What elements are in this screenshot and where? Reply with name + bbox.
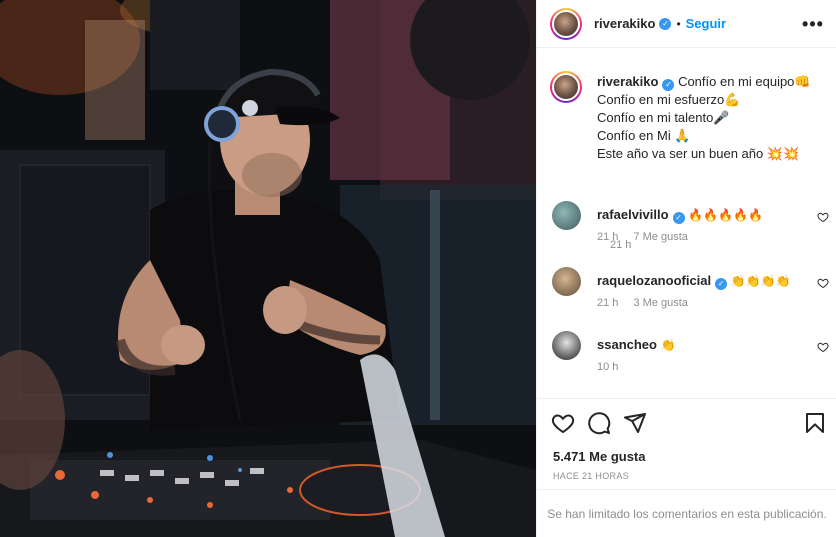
commenter-username[interactable]: rafaelvivillo bbox=[597, 207, 669, 222]
commenter-avatar[interactable] bbox=[552, 267, 581, 296]
author-info: riverakiko ✓ • Seguir bbox=[594, 16, 726, 31]
bookmark-icon[interactable] bbox=[803, 411, 827, 435]
author-avatar[interactable] bbox=[550, 7, 582, 40]
post-header: riverakiko ✓ • Seguir ••• bbox=[537, 0, 836, 48]
comment-body: rafaelvivillo ✓ 🔥🔥🔥🔥🔥 bbox=[597, 207, 812, 224]
post-timestamp: HACE 21 HORAS bbox=[553, 471, 629, 481]
verified-badge-icon: ✓ bbox=[715, 278, 728, 290]
dj-photo-illustration bbox=[0, 0, 536, 537]
commenter-username[interactable]: raquelozanooficial bbox=[597, 273, 711, 288]
verified-badge-icon: ✓ bbox=[672, 212, 685, 224]
commenter-avatar[interactable] bbox=[552, 331, 581, 360]
comment-likes[interactable]: 3 Me gusta bbox=[633, 297, 687, 309]
comment-time: 21 h bbox=[597, 297, 619, 309]
comment-likes[interactable]: 7 Me gusta bbox=[633, 231, 687, 243]
comment-body: ssancheo 👏 bbox=[597, 337, 812, 352]
comment-like-heart-icon[interactable] bbox=[817, 211, 829, 223]
comment-meta: 10 h bbox=[597, 361, 630, 373]
post-photo[interactable] bbox=[0, 0, 536, 537]
comment-meta: 21 h 7 Me gusta bbox=[597, 231, 700, 243]
comment-time: 21 h bbox=[597, 231, 619, 243]
follow-button[interactable]: Seguir bbox=[686, 16, 726, 31]
comment-text: 👏👏👏👏 bbox=[730, 274, 791, 288]
commenter-avatar[interactable] bbox=[552, 201, 581, 230]
comment-like-heart-icon[interactable] bbox=[817, 277, 829, 289]
comments-limited-notice: Se han limitado los comentarios en esta … bbox=[537, 489, 836, 537]
comment-text: 👏 bbox=[660, 338, 676, 352]
comment-time: 10 h bbox=[597, 361, 619, 373]
commenter-username[interactable]: ssancheo bbox=[597, 337, 657, 352]
verified-badge-icon: ✓ bbox=[659, 17, 672, 30]
caption-username[interactable]: riverakiko bbox=[597, 74, 658, 89]
caption-text: riverakiko ✓ Confío en mi equipo👊 Confío … bbox=[597, 73, 827, 163]
likes-count[interactable]: 5.471 Me gusta bbox=[553, 449, 646, 464]
caption-avatar[interactable] bbox=[550, 71, 582, 103]
comment-body: raquelozanooficial ✓ 👏👏👏👏 bbox=[597, 273, 812, 290]
comment-meta: 21 h 3 Me gusta bbox=[597, 297, 700, 309]
author-username[interactable]: riverakiko bbox=[594, 16, 655, 31]
verified-badge-icon: ✓ bbox=[662, 79, 675, 91]
comment-text: 🔥🔥🔥🔥🔥 bbox=[688, 208, 763, 222]
post-side-panel: riverakiko ✓ • Seguir ••• riverakiko ✓ Co… bbox=[536, 0, 836, 537]
comment-icon[interactable] bbox=[587, 411, 611, 435]
send-icon[interactable] bbox=[623, 411, 647, 435]
post-actions-bar bbox=[537, 398, 836, 443]
more-options-icon[interactable]: ••• bbox=[802, 14, 823, 34]
separator-dot: • bbox=[676, 16, 681, 31]
heart-icon[interactable] bbox=[551, 411, 575, 435]
comment-like-heart-icon[interactable] bbox=[817, 341, 829, 353]
